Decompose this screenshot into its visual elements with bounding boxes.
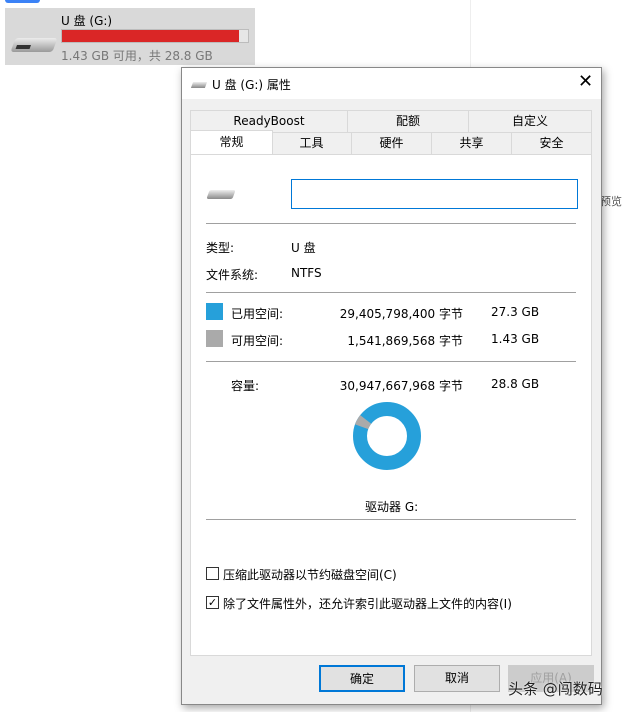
general-panel: 类型: U 盘 文件系统: NTFS 已用空间: 29,405,798,400 … xyxy=(190,154,592,656)
capacity-label: 容量: xyxy=(231,379,260,393)
tab-readyboost[interactable]: ReadyBoost xyxy=(190,110,348,132)
used-label: 已用空间: xyxy=(231,307,284,321)
used-bytes: 29,405,798,400 字节 xyxy=(339,307,463,321)
usage-donut xyxy=(353,402,421,470)
used-color-swatch xyxy=(206,303,223,320)
volume-name-input[interactable] xyxy=(291,179,578,209)
usb-drive-icon xyxy=(10,38,58,52)
index-checkbox[interactable]: ✓ xyxy=(206,596,219,609)
free-label: 可用空间: xyxy=(231,334,284,348)
type-label: 类型: xyxy=(206,241,235,255)
cancel-button[interactable]: 取消 xyxy=(414,665,500,692)
ok-button[interactable]: 确定 xyxy=(319,665,405,692)
side-text: 预览 xyxy=(600,195,622,208)
donut-used-segment xyxy=(353,402,421,470)
usb-drive-icon xyxy=(206,190,236,199)
tab-general[interactable]: 常规 xyxy=(190,130,273,154)
index-label[interactable]: 除了文件属性外，还允许索引此驱动器上文件的内容(I) xyxy=(223,595,512,612)
capacity-bytes: 30,947,667,968 字节 xyxy=(339,379,463,393)
tab-sharing[interactable]: 共享 xyxy=(431,132,512,154)
properties-dialog: U 盘 (G:) 属性 ✕ ReadyBoost 配额 自定义 工具 硬件 共享… xyxy=(181,67,602,705)
close-icon[interactable]: ✕ xyxy=(578,71,593,92)
tab-security[interactable]: 安全 xyxy=(511,132,592,154)
tab-tools[interactable]: 工具 xyxy=(271,132,352,154)
free-bytes: 1,541,869,568 字节 xyxy=(347,334,463,348)
free-color-swatch xyxy=(206,330,223,347)
fs-value: NTFS xyxy=(291,266,322,280)
drive-letter-label: 驱动器 G: xyxy=(365,500,419,514)
tab-customize[interactable]: 自定义 xyxy=(468,110,592,132)
tab-quota[interactable]: 配额 xyxy=(347,110,469,132)
capacity-bar xyxy=(61,29,249,43)
dialog-title: U 盘 (G:) 属性 xyxy=(212,78,291,92)
used-size: 27.3 GB xyxy=(491,305,540,319)
free-size: 1.43 GB xyxy=(491,332,540,346)
compress-checkbox[interactable] xyxy=(206,567,219,580)
drive-tile[interactable]: U 盘 (G:) 1.43 GB 可用，共 28.8 GB xyxy=(5,8,255,65)
watermark: 头条 @闯数码 xyxy=(508,680,603,698)
type-value: U 盘 xyxy=(291,241,316,255)
drive-name: U 盘 (G:) xyxy=(61,14,113,28)
capacity-bar-fill xyxy=(62,30,239,42)
toolbar-button-fragment xyxy=(5,0,40,3)
drive-icon xyxy=(190,82,208,88)
title-bar: U 盘 (G:) 属性 ✕ xyxy=(182,68,601,99)
fs-label: 文件系统: xyxy=(206,268,259,282)
drive-summary: 1.43 GB 可用，共 28.8 GB xyxy=(61,49,213,63)
compress-label[interactable]: 压缩此驱动器以节约磁盘空间(C) xyxy=(223,566,397,583)
tab-hardware[interactable]: 硬件 xyxy=(351,132,432,154)
capacity-size: 28.8 GB xyxy=(491,377,540,391)
